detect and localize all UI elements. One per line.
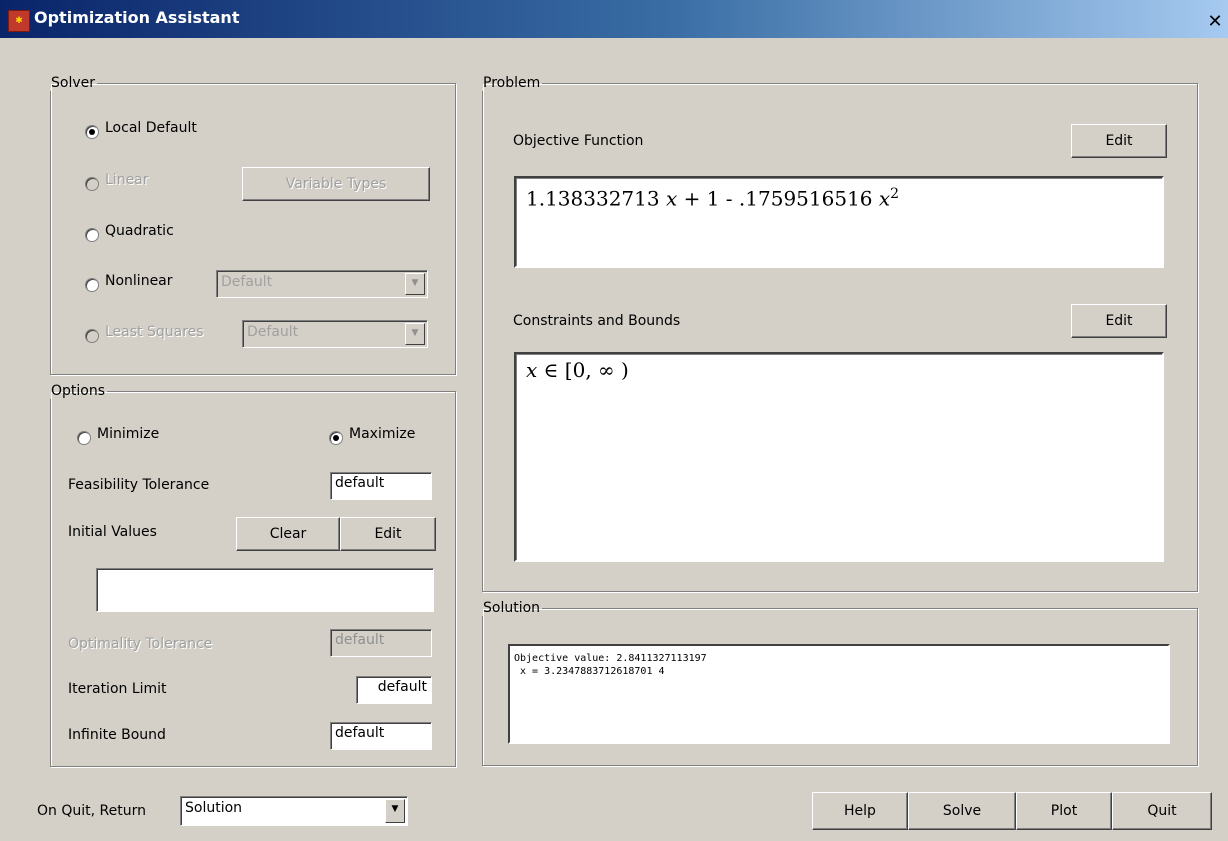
on-quit-return-select[interactable]: Solution ▼ bbox=[180, 796, 408, 826]
radio-selected-dot bbox=[333, 435, 339, 441]
radio-maximize[interactable] bbox=[329, 431, 343, 445]
solution-x-value: x = 3.2347883712618701 4 bbox=[514, 666, 665, 677]
least-squares-method-select[interactable]: Default ▼ bbox=[242, 320, 428, 348]
radio-local-default-label: Local Default bbox=[105, 120, 197, 136]
maple-leaf-icon: ✱ bbox=[8, 10, 30, 32]
radio-nonlinear-label: Nonlinear bbox=[105, 273, 173, 289]
title-bar: ✱ Optimization Assistant ✕ bbox=[0, 0, 1228, 38]
radio-selected-dot bbox=[89, 129, 95, 135]
on-quit-return-value: Solution bbox=[185, 800, 243, 816]
radio-least-squares-label: Least Squares bbox=[105, 324, 204, 340]
solution-output: Objective value: 2.8411327113197 x = 3.2… bbox=[508, 644, 1170, 744]
close-button[interactable]: ✕ bbox=[1204, 12, 1226, 32]
objective-variable: x bbox=[665, 186, 678, 211]
infinite-bound-label: Infinite Bound bbox=[68, 727, 166, 743]
constraint-variable: x bbox=[526, 358, 538, 382]
iteration-limit-input[interactable]: default bbox=[356, 676, 432, 704]
optimality-tolerance-input[interactable]: default bbox=[330, 629, 432, 657]
radio-linear-label: Linear bbox=[105, 172, 149, 188]
initial-values-label: Initial Values bbox=[68, 524, 157, 540]
solution-legend: Solution bbox=[483, 600, 541, 616]
options-legend: Options bbox=[51, 383, 106, 399]
chevron-down-icon[interactable]: ▼ bbox=[405, 273, 425, 295]
constraints-display: x ∈ [0, ∞ ) bbox=[514, 352, 1164, 562]
constraints-bounds-label: Constraints and Bounds bbox=[513, 313, 681, 329]
nonlinear-method-select[interactable]: Default ▼ bbox=[216, 270, 428, 298]
radio-maximize-label: Maximize bbox=[349, 426, 416, 442]
solve-button[interactable]: Solve bbox=[908, 792, 1016, 830]
objective-exponent: 2 bbox=[890, 186, 900, 202]
edit-objective-button[interactable]: Edit bbox=[1071, 124, 1167, 158]
radio-local-default[interactable] bbox=[85, 125, 99, 139]
plot-button[interactable]: Plot bbox=[1016, 792, 1112, 830]
infinite-bound-input[interactable]: default bbox=[330, 722, 432, 750]
radio-quadratic[interactable] bbox=[85, 228, 99, 242]
radio-linear[interactable] bbox=[85, 177, 99, 191]
nonlinear-method-value: Default bbox=[221, 274, 273, 290]
objective-variable-squared: x bbox=[878, 186, 891, 211]
help-button[interactable]: Help bbox=[812, 792, 908, 830]
edit-initial-values-button[interactable]: Edit bbox=[340, 517, 436, 551]
variable-types-button[interactable]: Variable Types bbox=[242, 167, 430, 201]
iteration-limit-label: Iteration Limit bbox=[68, 681, 167, 697]
clear-initial-values-button[interactable]: Clear bbox=[236, 517, 340, 551]
objective-function-label: Objective Function bbox=[513, 133, 644, 149]
feasibility-tolerance-label: Feasibility Tolerance bbox=[68, 477, 210, 493]
radio-minimize-label: Minimize bbox=[97, 426, 160, 442]
objective-function-display: 1.138332713 x + 1 - .1759516516 x2 bbox=[514, 176, 1164, 268]
chevron-down-icon[interactable]: ▼ bbox=[405, 323, 425, 345]
radio-nonlinear[interactable] bbox=[85, 278, 99, 292]
quit-button[interactable]: Quit bbox=[1112, 792, 1212, 830]
radio-quadratic-label: Quadratic bbox=[105, 223, 174, 239]
window-title: Optimization Assistant bbox=[34, 8, 240, 27]
edit-constraints-button[interactable]: Edit bbox=[1071, 304, 1167, 338]
optimality-tolerance-label: Optimality Tolerance bbox=[68, 636, 213, 652]
radio-least-squares[interactable] bbox=[85, 329, 99, 343]
least-squares-method-value: Default bbox=[247, 324, 299, 340]
solution-objective-value: Objective value: 2.8411327113197 bbox=[514, 653, 707, 664]
feasibility-tolerance-input[interactable]: default bbox=[330, 472, 432, 500]
radio-minimize[interactable] bbox=[77, 431, 91, 445]
initial-values-field[interactable] bbox=[96, 568, 434, 612]
on-quit-return-label: On Quit, Return bbox=[37, 803, 146, 819]
constraint-rest: ∈ [0, ∞ ) bbox=[537, 358, 629, 382]
solver-legend: Solver bbox=[51, 75, 95, 91]
objective-coefficient: 1.138332713 bbox=[526, 186, 660, 211]
objective-rest: + 1 - .1759516516 bbox=[677, 186, 879, 211]
problem-legend: Problem bbox=[483, 75, 541, 91]
chevron-down-icon[interactable]: ▼ bbox=[385, 799, 405, 823]
